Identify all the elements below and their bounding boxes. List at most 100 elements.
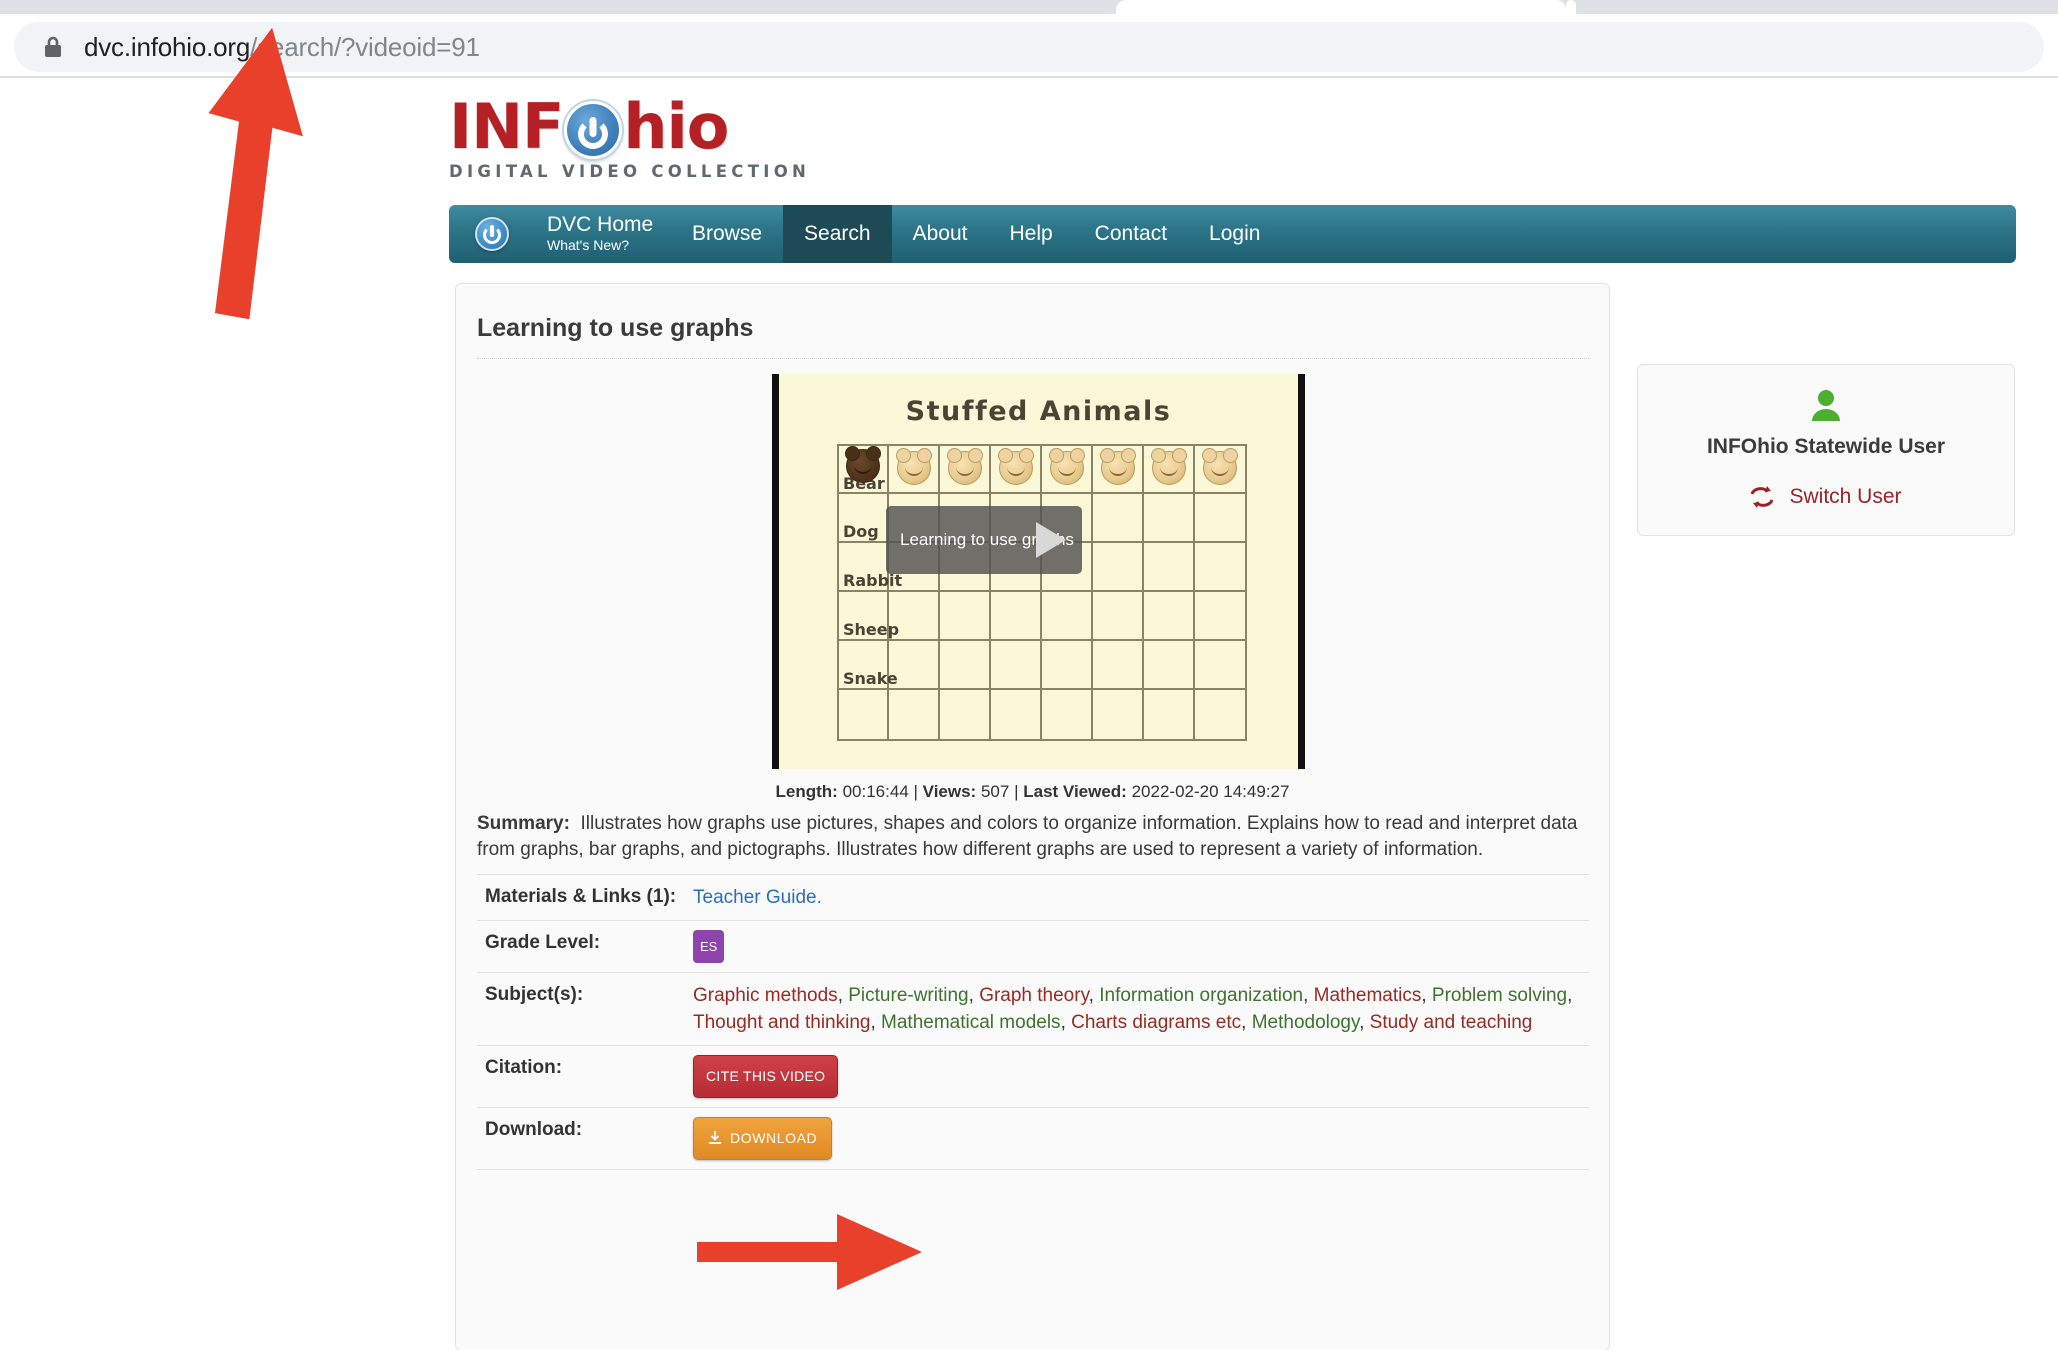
last-viewed-label: Last Viewed: (1023, 782, 1127, 801)
nav-power-button-icon[interactable] (475, 217, 509, 251)
grid-border (837, 444, 1247, 741)
nav-item-search[interactable]: Search (783, 205, 892, 263)
video-stats: Length: 00:16:44 | Views: 507 | Last Vie… (456, 782, 1609, 802)
subject-link[interactable]: Mathematical models (881, 1012, 1061, 1033)
citation-value: CITE THIS VIDEO (693, 1055, 1589, 1098)
url-path: /search/?videoid=91 (250, 32, 480, 62)
bear-icon (896, 448, 932, 485)
last-viewed-value: 2022-02-20 14:49:27 (1131, 782, 1290, 801)
address-bar[interactable]: dvc.infohio.org/search/?videoid=91 (14, 22, 2044, 72)
subject-separator: , (837, 985, 849, 1006)
stats-separator: | (913, 782, 918, 801)
grid-line-v (1091, 444, 1093, 741)
user-panel: INFOhio Statewide User Switch User (1637, 364, 2015, 536)
table-row-download: Download: DOWNLOAD (477, 1107, 1589, 1170)
row-label-dog: Dog (843, 522, 879, 541)
download-button[interactable]: DOWNLOAD (693, 1117, 833, 1160)
nav-item-contact[interactable]: Contact (1074, 205, 1188, 263)
page-root: dvc.infohio.org/search/?videoid=91 INF hi… (0, 0, 2058, 1350)
summary-text: Illustrates how graphs use pictures, sha… (477, 813, 1578, 860)
browser-tab[interactable] (1116, 0, 1566, 14)
nav-item-login[interactable]: Login (1188, 205, 1281, 263)
bear-icon (947, 448, 983, 485)
citation-label: Citation: (485, 1057, 563, 1078)
subject-link[interactable]: Mathematics (1314, 985, 1422, 1006)
subject-separator: , (1303, 985, 1314, 1006)
subject-link[interactable]: Picture-writing (848, 985, 968, 1006)
play-overlay[interactable]: Learning to use graphs (886, 506, 1082, 574)
nav-item-about[interactable]: About (892, 205, 989, 263)
bear-icon (1151, 448, 1187, 485)
materials-label: Materials & Links (1): (485, 886, 677, 907)
browser-toolbar: dvc.infohio.org/search/?videoid=91 (0, 14, 2058, 76)
length-label: Length: (775, 782, 838, 801)
cite-this-video-button[interactable]: CITE THIS VIDEO (693, 1055, 839, 1098)
subjects-value: Graphic methods, Picture-writing, Graph … (693, 982, 1589, 1036)
grid-line-h (837, 590, 1247, 592)
logo-part1: INF (449, 90, 564, 163)
grid-line-v (989, 444, 991, 741)
summary-label: Summary: (477, 813, 570, 834)
power-button-icon (564, 101, 623, 159)
subject-separator: , (1241, 1012, 1252, 1033)
pictograph-title: Stuffed Animals (905, 396, 1172, 427)
pictograph-grid: Bear Dog Rabbit Sheep Snake (837, 444, 1247, 741)
logo-subtitle: DIGITAL VIDEO COLLECTION (449, 162, 811, 181)
table-row-grade-level: Grade Level: ES (477, 920, 1589, 972)
grid-line-h (837, 639, 1247, 641)
download-icon (709, 1131, 721, 1144)
nav-item-browse[interactable]: Browse (671, 205, 783, 263)
subject-link[interactable]: Graphic methods (693, 985, 838, 1006)
bear-icon (1202, 448, 1238, 485)
bear-icon (998, 448, 1034, 485)
page-title: Learning to use graphs (477, 314, 754, 342)
browser-tab-edge (1566, 0, 1576, 14)
table-row-materials: Materials & Links (1): Teacher Guide. (477, 874, 1589, 920)
nav-item-dvc-home[interactable]: DVC Home What's New? (547, 213, 667, 253)
switch-user-button[interactable]: Switch User (1638, 485, 2014, 509)
subject-link[interactable]: Problem solving (1432, 985, 1567, 1006)
download-value: DOWNLOAD (693, 1117, 1589, 1160)
site-logo[interactable]: INF hio DIGITAL VIDEO COLLECTION (449, 96, 819, 182)
nav-home-title: DVC Home (547, 213, 654, 236)
logo-wordmark: INF hio (449, 96, 819, 159)
subject-separator: , (1088, 985, 1100, 1006)
url-host: dvc.infohio.org (84, 32, 251, 62)
grade-level-value: ES (693, 930, 1589, 963)
nav-item-help[interactable]: Help (988, 205, 1073, 263)
nav-home-subtitle: What's New? (547, 237, 630, 253)
materials-period: . (816, 887, 822, 908)
views-label: Views: (922, 782, 977, 801)
grid-line-v (1193, 444, 1195, 741)
video-thumbnail[interactable]: Stuffed Animals Bear Dog Rabbit Sheep Sn… (772, 374, 1305, 769)
url-text: dvc.infohio.org/search/?videoid=91 (84, 31, 480, 63)
bear-icon (845, 446, 881, 483)
grid-line-h (837, 492, 1247, 494)
switch-user-label: Switch User (1789, 485, 1902, 508)
video-metadata-table: Materials & Links (1): Teacher Guide. Gr… (477, 874, 1589, 1170)
subject-separator: , (1421, 985, 1432, 1006)
views-value: 507 (980, 782, 1010, 801)
subject-link[interactable]: Information organization (1099, 985, 1303, 1006)
download-button-label: DOWNLOAD (730, 1130, 818, 1146)
subject-link[interactable]: Study and teaching (1370, 1012, 1533, 1033)
nav-item-list: Browse Search About Help Contact Login (671, 205, 1281, 263)
title-divider (477, 358, 1589, 359)
status-badge-es[interactable]: ES (693, 930, 725, 963)
video-summary: Summary: Illustrates how graphs use pict… (477, 811, 1591, 863)
user-name: INFOhio Statewide User (1706, 435, 1946, 458)
subject-link[interactable]: Thought and thinking (693, 1012, 870, 1033)
refresh-icon (1751, 486, 1774, 508)
download-label: Download: (485, 1119, 583, 1140)
length-value: 00:16:44 (842, 782, 909, 801)
grid-line-v (1142, 444, 1144, 741)
subject-link[interactable]: Graph theory (979, 985, 1088, 1006)
subject-link[interactable]: Methodology (1252, 1012, 1359, 1033)
web-page: INF hio DIGITAL VIDEO COLLECTION DVC Home… (0, 78, 2058, 1350)
subject-link[interactable]: Charts diagrams etc (1071, 1012, 1241, 1033)
table-row-citation: Citation: CITE THIS VIDEO (477, 1045, 1589, 1107)
person-icon (1812, 390, 1840, 421)
teacher-guide-link[interactable]: Teacher Guide (693, 887, 817, 908)
stats-separator: | (1014, 782, 1019, 801)
play-icon[interactable] (1036, 522, 1066, 558)
